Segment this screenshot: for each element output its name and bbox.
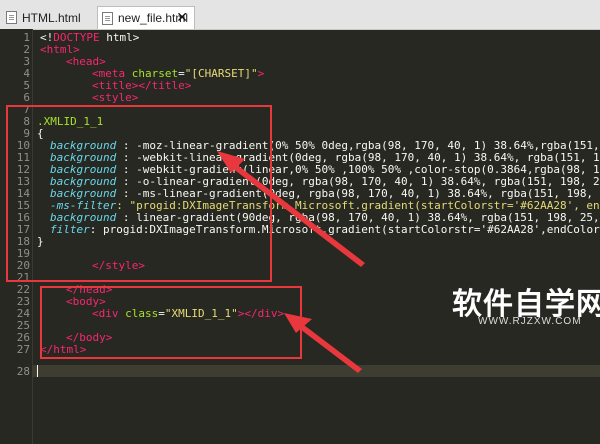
html-highlight-box [40,286,302,359]
tab-html-file[interactable]: HTML.html [2,6,94,29]
watermark-logo: 软件自学网 WWW.RJZXW.COM [452,287,600,327]
tab-new-file[interactable]: new_file.html ✕ [97,6,195,29]
file-icon [6,11,17,24]
tab-bar: HTML.html new_file.html ✕ [0,0,600,30]
line-number: 28 [16,365,30,378]
code-line-6: <style> [92,91,139,104]
code-editor[interactable]: 1 2 3 4 5 6 7 8 9 10 11 12 13 14 15 16 1… [0,29,600,444]
arrow-to-css-icon [217,151,365,267]
close-icon[interactable]: ✕ [176,10,188,26]
arrow-to-html-icon [284,313,362,373]
tab-label: HTML.html [22,10,81,25]
file-icon [102,11,113,25]
line-number: 27 [16,343,30,356]
text-cursor [37,365,38,377]
